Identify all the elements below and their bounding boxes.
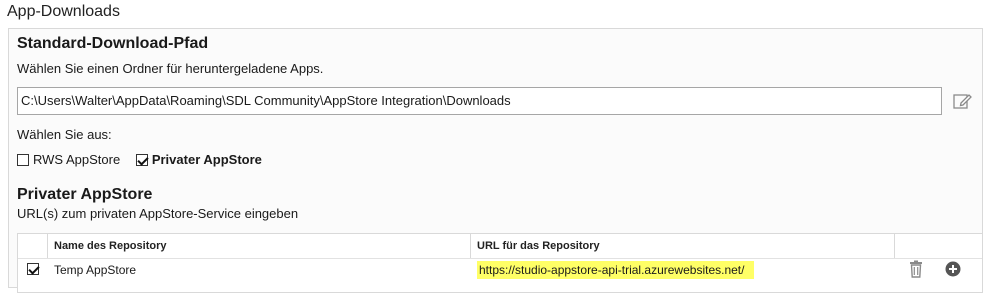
repository-url-cell[interactable]: https://studio-appstore-api-trial.azurew… <box>471 259 895 281</box>
source-options: RWS AppStore Privater AppStore <box>17 151 262 167</box>
select-column-header <box>18 234 48 259</box>
private-store-title: Privater AppStore <box>17 186 153 203</box>
plus-circle-icon[interactable] <box>945 261 961 277</box>
rws-appstore-checkbox[interactable] <box>17 153 29 166</box>
private-store-description: URL(s) zum privaten AppStore-Service ein… <box>17 206 299 221</box>
column-header-url[interactable]: URL für das Repository <box>471 234 895 259</box>
trash-icon[interactable] <box>907 260 925 278</box>
selection-label: Wählen Sie aus: <box>17 127 112 142</box>
repository-table: Name des Repository URL für das Reposito… <box>17 233 983 293</box>
download-path-input[interactable]: C:\Users\Walter\AppData\Roaming\SDL Comm… <box>17 87 942 115</box>
download-path-description: Wählen Sie einen Ordner für heruntergela… <box>17 61 324 76</box>
private-appstore-checkbox[interactable] <box>135 153 148 166</box>
column-header-name[interactable]: Name des Repository <box>48 234 471 259</box>
rws-appstore-label: RWS AppStore <box>33 152 121 168</box>
repository-url-text: https://studio-appstore-api-trial.azurew… <box>477 261 755 279</box>
repository-name-cell[interactable]: Temp AppStore <box>48 259 471 281</box>
row-checkbox[interactable] <box>27 263 39 275</box>
download-path-title: Standard-Download-Pfad <box>17 35 209 52</box>
edit-icon[interactable] <box>953 92 973 110</box>
private-appstore-label: Privater AppStore <box>151 152 262 168</box>
group-title: App-Downloads <box>7 3 120 20</box>
